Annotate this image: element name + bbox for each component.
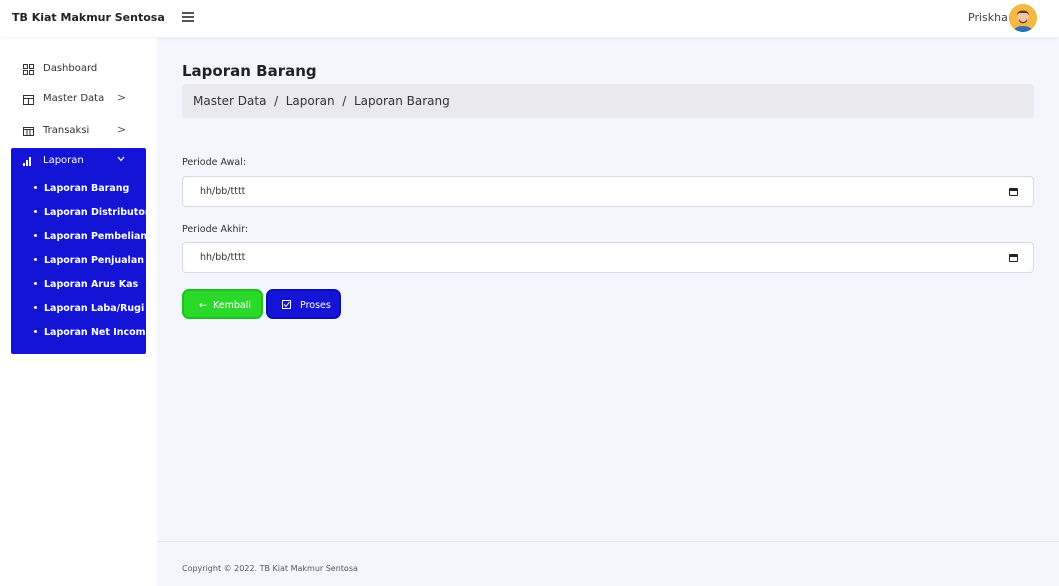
brand-title[interactable]: TB Kiat Makmur Sentosa	[12, 11, 165, 24]
breadcrumb-text[interactable]: Master Data / Laporan / Laporan Barang	[193, 94, 450, 108]
sidebar: Dashboard Master Data > Transaksi > Lapo…	[0, 37, 157, 586]
page-title: Laporan Barang	[182, 62, 317, 80]
submenu-item-laporan-penjualan[interactable]: Laporan Penjualan	[34, 255, 144, 266]
chevron-right-icon: >	[117, 91, 127, 104]
user-avatar[interactable]	[1009, 4, 1037, 32]
columns-icon	[23, 126, 34, 137]
submenu-item-laporan-distributor[interactable]: Laporan Distributor	[34, 207, 150, 218]
sidebar-item-transaksi[interactable]: Transaksi >	[0, 118, 157, 144]
footer-copyright: Copyright © 2022. TB Kiat Makmur Sentosa	[182, 564, 358, 573]
end-date-input[interactable]: hh/bb/tttt	[182, 242, 1034, 273]
sidebar-item-dashboard[interactable]: Dashboard	[0, 56, 157, 82]
top-navbar: TB Kiat Makmur Sentosa Priskha	[0, 0, 1059, 37]
submenu-item-laporan-laba-rugi[interactable]: Laporan Laba/Rugi	[34, 303, 144, 314]
hamburger-menu-icon[interactable]	[182, 12, 194, 22]
start-date-label: Periode Awal:	[182, 157, 247, 168]
end-date-label: Periode Akhir:	[182, 224, 249, 235]
start-date-value: hh/bb/tttt	[200, 186, 246, 197]
back-button[interactable]: ← Kembali	[182, 289, 263, 319]
sidebar-item-laporan[interactable]: Laporan	[11, 148, 146, 174]
process-button[interactable]: Proses	[266, 289, 341, 319]
arrow-left-icon: ←	[199, 300, 207, 311]
sidebar-item-label: Transaksi	[43, 125, 90, 136]
end-date-value: hh/bb/tttt	[200, 252, 246, 263]
start-date-input[interactable]: hh/bb/tttt	[182, 176, 1034, 207]
breadcrumb: Master Data / Laporan / Laporan Barang	[182, 84, 1034, 118]
submenu-item-laporan-barang[interactable]: Laporan Barang	[34, 183, 129, 194]
table-icon	[23, 94, 34, 105]
user-name[interactable]: Priskha	[968, 11, 1008, 24]
check-square-icon	[282, 300, 294, 311]
calendar-icon[interactable]	[1009, 254, 1018, 262]
sidebar-item-label: Laporan	[43, 155, 84, 166]
bar-chart-icon	[23, 156, 33, 169]
submenu-item-laporan-arus-kas[interactable]: Laporan Arus Kas	[34, 279, 138, 290]
chevron-down-icon	[117, 154, 125, 165]
sidebar-item-label: Dashboard	[43, 63, 98, 74]
grid-icon	[23, 64, 34, 75]
calendar-icon[interactable]	[1009, 188, 1018, 196]
chevron-right-icon: >	[117, 123, 127, 136]
footer-divider	[157, 541, 1059, 542]
submenu-item-laporan-net-income[interactable]: Laporan Net Income	[34, 327, 152, 338]
sidebar-item-label: Master Data	[43, 93, 105, 104]
sidebar-item-master-data[interactable]: Master Data >	[0, 86, 157, 112]
sidebar-group-laporan: Laporan Laporan Barang Laporan Distribut…	[11, 148, 152, 354]
submenu-item-laporan-pembelian[interactable]: Laporan Pembelian	[34, 231, 147, 242]
